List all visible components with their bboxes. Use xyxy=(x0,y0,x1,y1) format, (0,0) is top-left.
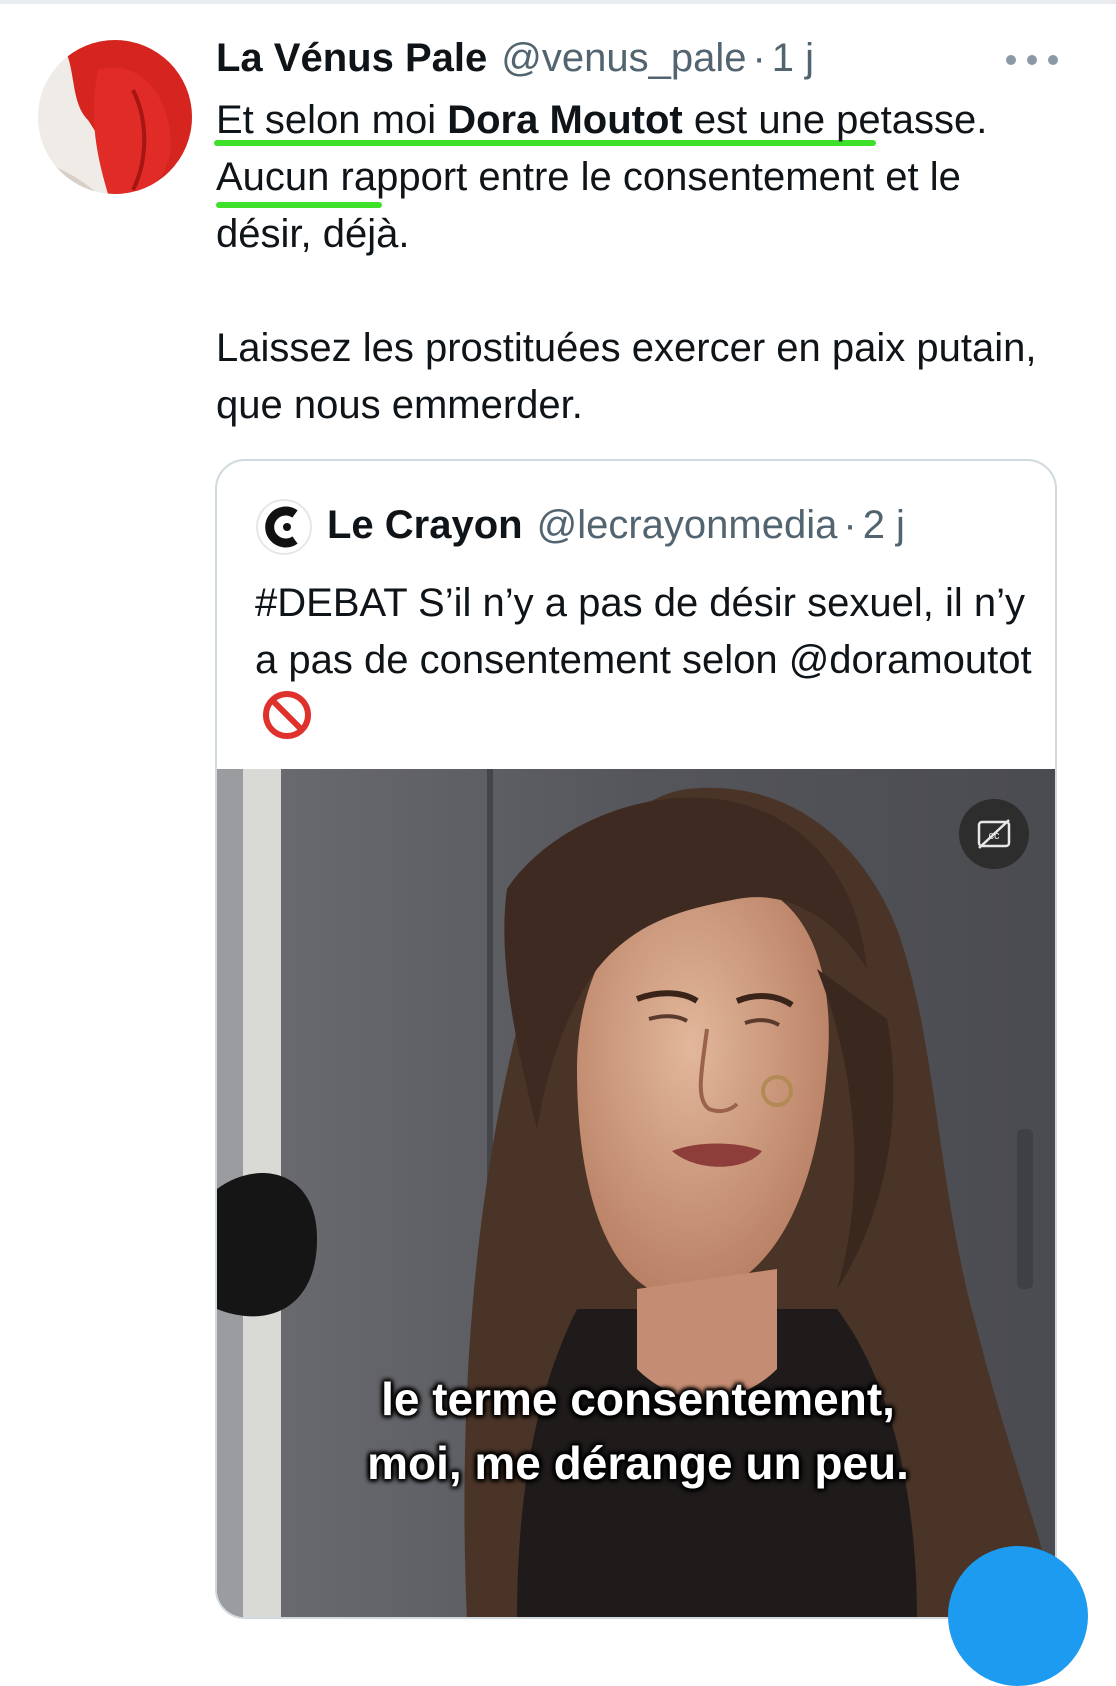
quoted-handle[interactable]: @lecrayonmedia xyxy=(537,503,838,548)
avatar[interactable] xyxy=(38,40,192,194)
more-horizontal-icon xyxy=(1006,55,1016,65)
subtitle-line: moi, me dérange un peu. xyxy=(367,1437,909,1489)
author-display-name[interactable]: La Vénus Pale xyxy=(216,36,487,81)
quoted-tweet-header: Le Crayon @lecrayonmedia · 2 j xyxy=(327,503,1027,553)
video-player[interactable]: cc le terme consentement, moi, me dérang… xyxy=(217,769,1055,1617)
subtitle-line: le terme consentement, xyxy=(381,1373,895,1425)
tweet-text-bold: Dora Moutot xyxy=(447,98,683,142)
quoted-avatar[interactable] xyxy=(256,499,312,555)
quoted-display-name[interactable]: Le Crayon xyxy=(327,503,523,548)
tweet-timestamp[interactable]: 1 j xyxy=(772,36,814,81)
no-entry-sign-icon xyxy=(261,689,313,757)
closed-captions-button[interactable]: cc xyxy=(959,799,1029,869)
more-options-button[interactable] xyxy=(1006,46,1058,74)
tweet-header: La Vénus Pale @venus_pale · 1 j xyxy=(216,36,1066,86)
tweet-text: Et selon moi Dora Moutot est une petasse… xyxy=(216,92,1046,434)
video-subtitles: le terme consentement, moi, me dérange u… xyxy=(217,1367,1055,1495)
author-handle[interactable]: @venus_pale xyxy=(501,36,746,81)
top-divider xyxy=(0,0,1116,4)
quoted-tweet-card[interactable]: Le Crayon @lecrayonmedia · 2 j #DEBAT S’… xyxy=(215,459,1057,1619)
avatar-image xyxy=(38,40,192,194)
compose-tweet-button[interactable] xyxy=(948,1546,1088,1686)
tweet-paragraph: Laissez les prostituées exercer en paix … xyxy=(216,326,1037,427)
quoted-timestamp[interactable]: 2 j xyxy=(863,503,905,548)
quoted-tweet-text: #DEBAT S’il n’y a pas de désir sexuel, i… xyxy=(255,575,1035,757)
tweet-text-segment: Et selon moi xyxy=(216,98,448,142)
closed-captions-off-icon: cc xyxy=(977,819,1011,849)
le-crayon-logo-icon xyxy=(265,506,298,548)
separator-dot: · xyxy=(843,503,857,547)
quoted-text-content: #DEBAT S’il n’y a pas de désir sexuel, i… xyxy=(255,581,1032,682)
tweet-paragraph: Et selon moi Dora Moutot est une petasse… xyxy=(216,92,1046,263)
separator-dot: · xyxy=(752,36,766,80)
